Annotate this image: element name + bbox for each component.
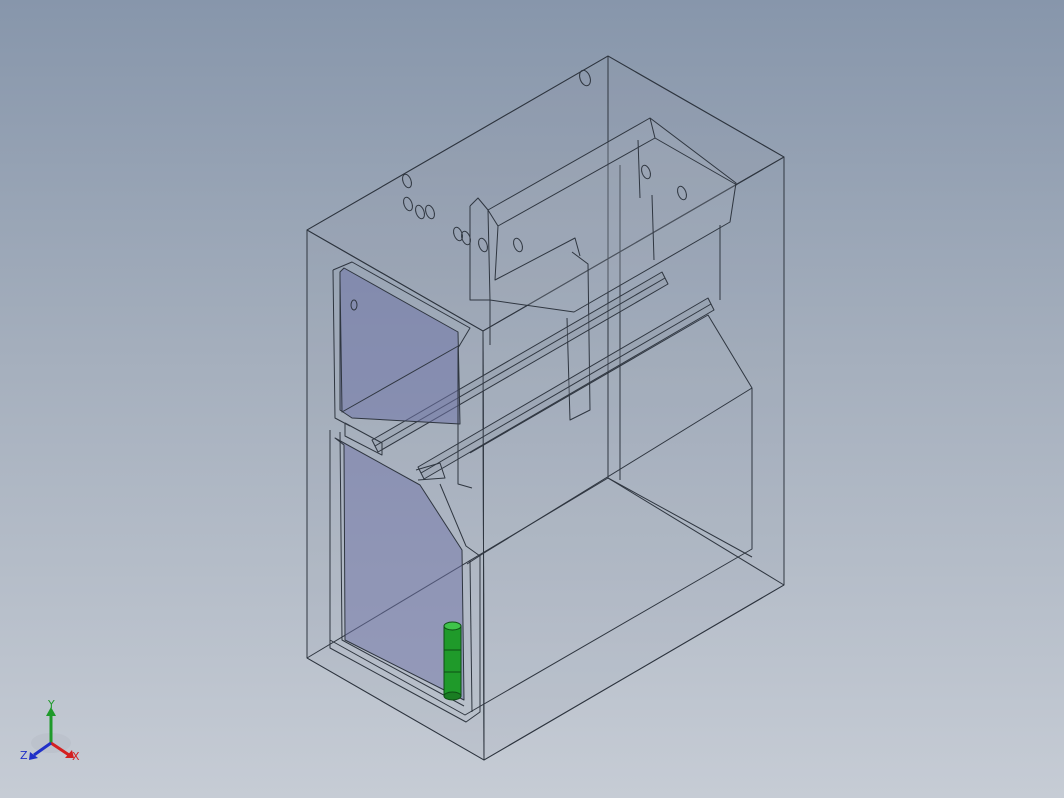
x-axis-label: X <box>72 750 80 763</box>
model-viewport[interactable] <box>0 0 1064 798</box>
green-pin <box>443 621 462 701</box>
y-axis-label: Y <box>47 700 55 711</box>
enclosure-model[interactable] <box>306 55 785 761</box>
coordinate-triad: Y X Z <box>20 700 80 763</box>
z-axis-label: Z <box>20 749 28 762</box>
